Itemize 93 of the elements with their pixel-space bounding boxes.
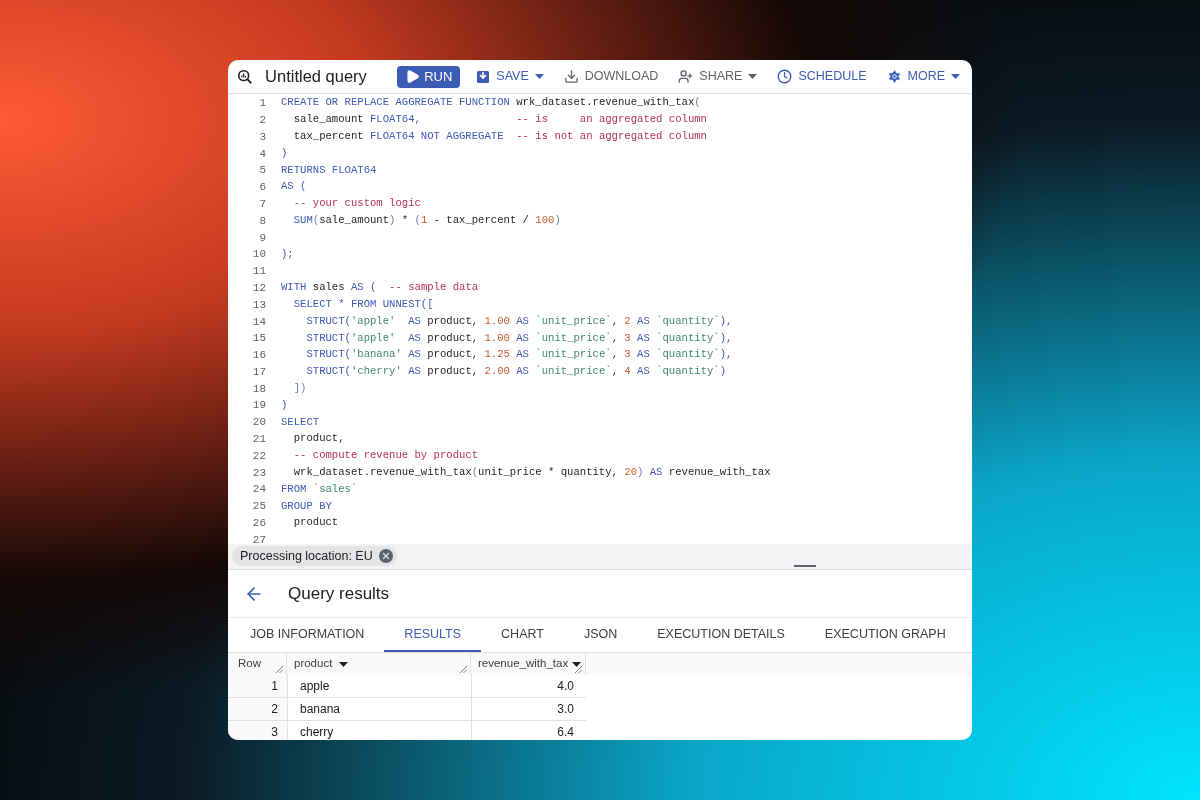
clock-icon — [777, 69, 793, 84]
code-line: AS ( — [281, 179, 307, 195]
table-cell: 2 — [228, 698, 287, 720]
code-line: STRUCT('cherry' AS product, 2.00 AS `unit_price`, 4 AS `quantity`) — [305, 364, 727, 380]
code-line: WITH sales AS ( -- sample data — [281, 280, 479, 296]
line-number: 27 — [251, 532, 266, 544]
code-line: SUM(sale_amount) * (1 - tax_percent / 100) — [292, 213, 561, 229]
toolbar-button[interactable]: DOWNLOAD — [559, 65, 663, 88]
download-icon — [563, 69, 579, 84]
line-number: 23 — [251, 465, 266, 481]
line-number: 20 — [251, 415, 266, 431]
line-number: 7 — [258, 196, 266, 212]
code-line: ) — [281, 397, 288, 413]
line-number: 17 — [251, 364, 266, 380]
caret-icon — [572, 661, 581, 667]
table-cell: 3 — [228, 721, 287, 740]
line-number: 22 — [251, 448, 266, 464]
caret-icon — [748, 74, 758, 79]
line-number: 13 — [251, 297, 266, 313]
line-number: 9 — [258, 230, 266, 246]
line-number: 1 — [258, 96, 266, 112]
code-line: ); — [281, 246, 294, 262]
code-line: ]) — [292, 381, 307, 396]
chip-label: Processing location: EU — [240, 547, 373, 565]
table-cell: 6.4 — [471, 721, 586, 740]
line-number: 3 — [258, 129, 266, 145]
line-number: 4 — [258, 146, 266, 162]
results-tab[interactable]: EXECUTION DETAILS — [637, 618, 805, 652]
column-header[interactable]: revenue_with_tax — [471, 653, 586, 675]
line-number: 14 — [251, 314, 266, 330]
code-line: GROUP BY — [281, 498, 332, 514]
run-button[interactable]: RUN — [397, 65, 461, 88]
caret-icon — [339, 661, 349, 667]
toolbar-button[interactable]: SCHEDULE — [773, 65, 871, 88]
line-number: 2 — [258, 112, 266, 128]
save-icon — [476, 69, 491, 84]
table-cell: banana — [287, 698, 471, 720]
results-title: Query results — [288, 582, 390, 605]
code-line: STRUCT('apple' AS product, 1.00 AS `unit_price`, 3 AS `quantity`), — [305, 330, 733, 346]
code-line: product — [292, 515, 339, 531]
results-tab[interactable]: CHART — [481, 618, 564, 652]
line-number: 16 — [251, 348, 266, 364]
code-line: SELECT — [281, 414, 320, 430]
line-number: 12 — [251, 280, 266, 296]
resize-handle[interactable] — [794, 565, 816, 567]
results-tab[interactable]: EXECUTION GRAPH — [804, 618, 966, 652]
code-line: sale_amount FLOAT64, -- is an aggregated column — [292, 112, 707, 128]
toolbar-button[interactable]: SHARE — [674, 65, 762, 88]
code-line: tax_percent FLOAT64 NOT AGGREGATE -- is not an aggregated column — [292, 129, 707, 145]
line-number: 19 — [251, 398, 266, 414]
code-line: RETURNS FLOAT64 — [281, 162, 377, 178]
line-number: 26 — [251, 516, 266, 532]
toolbar-button[interactable]: MORE — [882, 65, 964, 88]
code-line: FROM `sales` — [281, 481, 358, 497]
toolbar-button[interactable]: SAVE — [472, 65, 548, 88]
line-number: 24 — [251, 482, 266, 498]
settings-icon — [886, 69, 902, 84]
results-tab[interactable]: JSON — [563, 618, 638, 652]
code-line: -- compute revenue by product — [292, 448, 479, 464]
play-icon — [405, 69, 421, 84]
line-number: 5 — [258, 163, 266, 179]
person-add-icon — [678, 69, 694, 84]
table-cell: 3.0 — [471, 698, 586, 720]
column-resize-icon — [460, 666, 467, 673]
code-line: SELECT * FROM UNNEST([ — [292, 297, 434, 312]
line-number: 15 — [251, 331, 266, 347]
results-tab[interactable]: JOB INFORMATION — [230, 618, 385, 652]
line-number: 21 — [251, 432, 266, 448]
code-line: ) — [281, 145, 288, 161]
line-number: 10 — [251, 247, 266, 263]
table-cell: apple — [287, 675, 471, 697]
table-cell: cherry — [287, 721, 471, 740]
table-cell: 4.0 — [471, 675, 586, 697]
code-line: wrk_dataset.revenue_with_tax(unit_price * quantity, 20) AS revenue_with_tax — [292, 465, 771, 480]
query-icon — [237, 67, 254, 86]
query-title: Untitled query — [265, 66, 368, 88]
code-line: CREATE OR REPLACE AGGREGATE FUNCTION wrk_dataset.revenue_with_tax( — [281, 95, 701, 111]
line-number: 18 — [251, 381, 266, 397]
line-number: 25 — [251, 499, 266, 515]
caret-icon — [951, 74, 960, 79]
code-line: STRUCT('banana' AS product, 1.25 AS `unit_price`, 3 AS `quantity`), — [305, 347, 733, 363]
table-cell: 1 — [228, 675, 287, 697]
caret-icon — [534, 74, 544, 79]
code-line: STRUCT('apple' AS product, 1.00 AS `unit_price`, 2 AS `quantity`), — [305, 313, 733, 329]
column-header[interactable]: product — [287, 653, 471, 675]
close-chip-button[interactable] — [378, 549, 393, 563]
line-number: 8 — [258, 213, 266, 229]
code-line: product, — [292, 431, 345, 447]
line-number: 6 — [258, 180, 266, 196]
column-resize-icon — [575, 666, 582, 673]
code-line: -- your custom logic — [292, 196, 421, 212]
line-number: 11 — [251, 264, 266, 280]
column-resize-icon — [276, 666, 283, 673]
